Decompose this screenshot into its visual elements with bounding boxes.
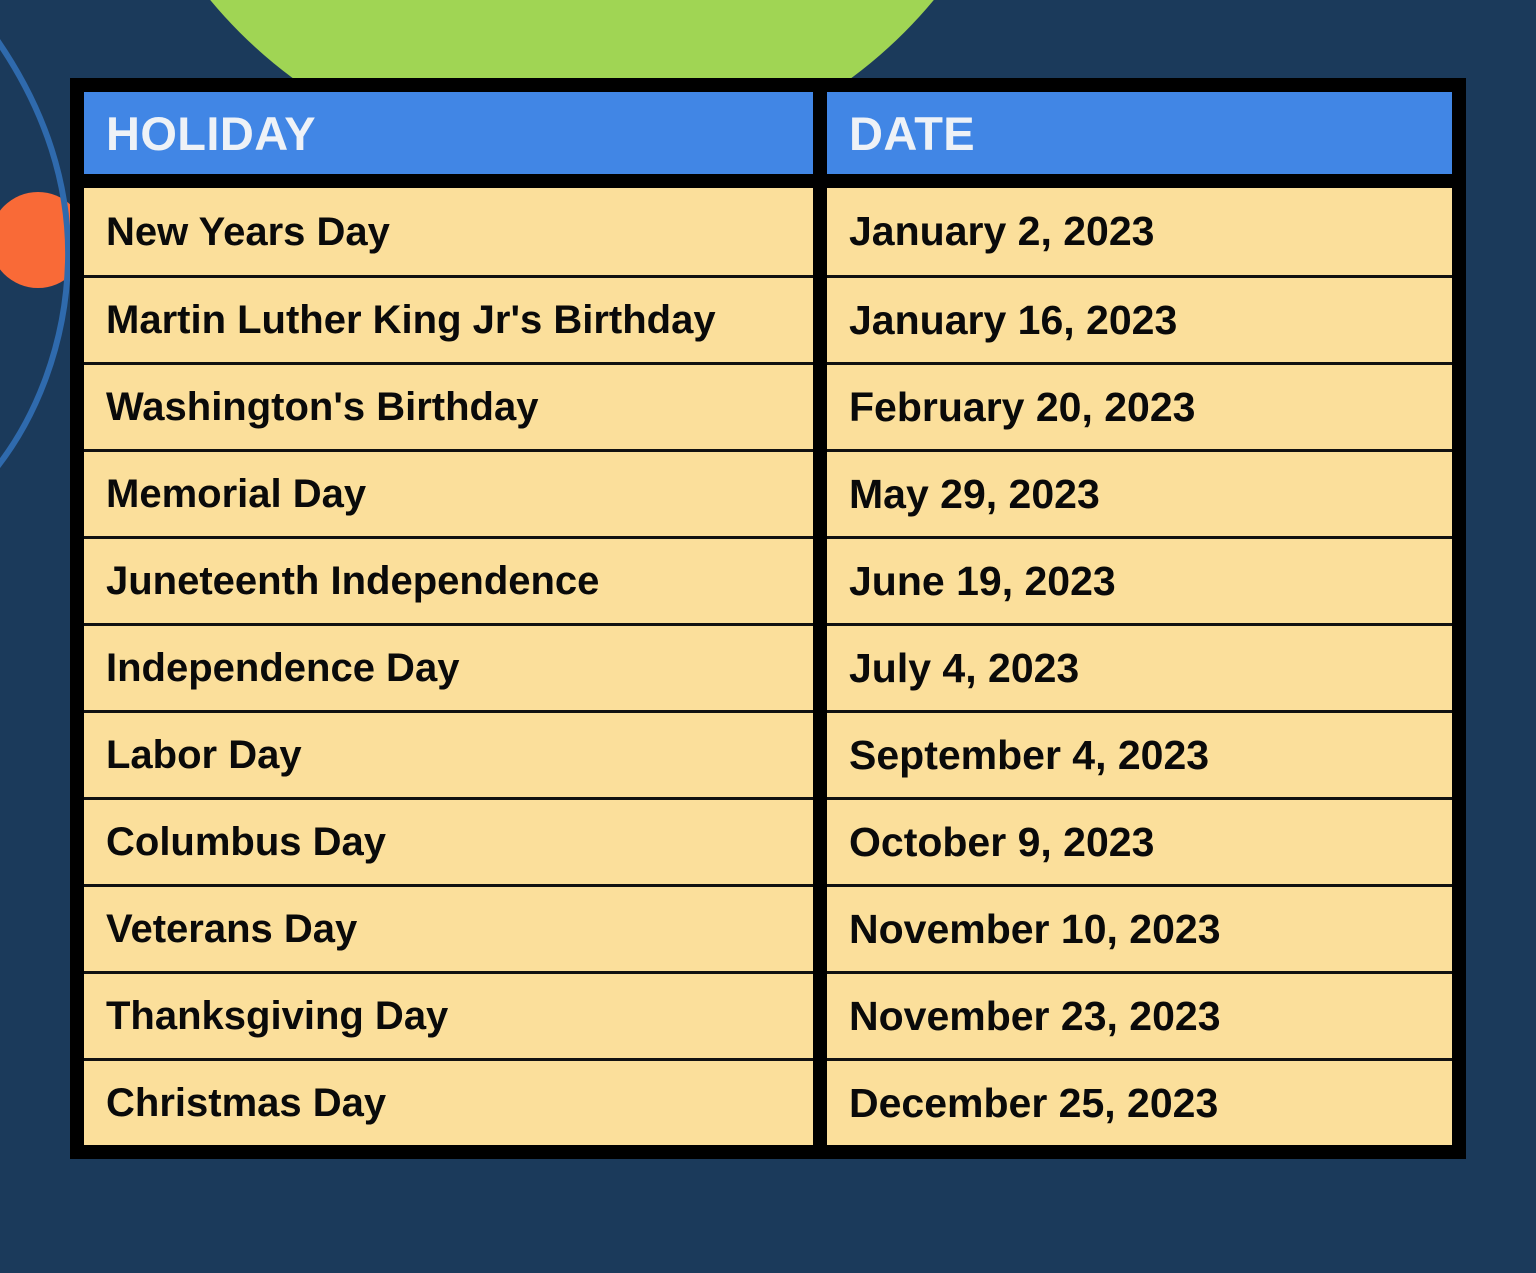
date-column: DATE January 2, 2023 January 16, 2023 Fe… — [820, 78, 1466, 1159]
holiday-date: October 9, 2023 — [849, 818, 1155, 865]
holiday-name: Independence Day — [106, 646, 460, 690]
holiday-name: Washington's Birthday — [106, 385, 539, 429]
table-row: Memorial Day — [84, 449, 813, 536]
table-row: Veterans Day — [84, 884, 813, 971]
holiday-name: New Years Day — [106, 209, 390, 254]
holiday-date: June 19, 2023 — [849, 557, 1116, 604]
header-divider — [84, 174, 813, 188]
holiday-name: Veterans Day — [106, 907, 358, 951]
table-row: December 25, 2023 — [827, 1058, 1452, 1145]
holiday-date: January 2, 2023 — [849, 208, 1155, 254]
table-row: May 29, 2023 — [827, 449, 1452, 536]
table-row: July 4, 2023 — [827, 623, 1452, 710]
holiday-date: May 29, 2023 — [849, 470, 1100, 517]
table-row: November 23, 2023 — [827, 971, 1452, 1058]
holiday-date: July 4, 2023 — [849, 644, 1080, 691]
column-header-date-label: DATE — [849, 106, 976, 160]
holiday-date: January 16, 2023 — [849, 296, 1178, 343]
holiday-date: September 4, 2023 — [849, 731, 1210, 778]
holiday-column: HOLIDAY New Years Day Martin Luther King… — [70, 78, 820, 1159]
table-row: January 2, 2023 — [827, 188, 1452, 275]
table-row: New Years Day — [84, 188, 813, 275]
holiday-date: February 20, 2023 — [849, 383, 1196, 430]
table-row: Juneteenth Independence — [84, 536, 813, 623]
table-row: Martin Luther King Jr's Birthday — [84, 275, 813, 362]
table-row: June 19, 2023 — [827, 536, 1452, 623]
table-row: November 10, 2023 — [827, 884, 1452, 971]
holiday-date: December 25, 2023 — [849, 1079, 1219, 1126]
table-row: Christmas Day — [84, 1058, 813, 1145]
table-row: Independence Day — [84, 623, 813, 710]
table-row: Thanksgiving Day — [84, 971, 813, 1058]
table-row: Labor Day — [84, 710, 813, 797]
table-row: September 4, 2023 — [827, 710, 1452, 797]
holiday-name: Christmas Day — [106, 1081, 387, 1125]
date-cells: January 2, 2023 January 16, 2023 Februar… — [827, 188, 1452, 1145]
holiday-name: Martin Luther King Jr's Birthday — [106, 298, 716, 342]
holiday-table: HOLIDAY New Years Day Martin Luther King… — [70, 78, 1466, 1159]
holiday-name: Juneteenth Independence — [106, 559, 600, 603]
holiday-cells: New Years Day Martin Luther King Jr's Bi… — [84, 188, 813, 1145]
holiday-name: Labor Day — [106, 733, 302, 777]
column-header-holiday: HOLIDAY — [84, 92, 813, 174]
holiday-name: Columbus Day — [106, 820, 387, 864]
table-row: February 20, 2023 — [827, 362, 1452, 449]
holiday-date: November 10, 2023 — [849, 905, 1221, 952]
header-divider — [827, 174, 1452, 188]
table-row: October 9, 2023 — [827, 797, 1452, 884]
holiday-date: November 23, 2023 — [849, 992, 1221, 1039]
holiday-name: Thanksgiving Day — [106, 994, 449, 1038]
holiday-name: Memorial Day — [106, 472, 367, 516]
table-row: January 16, 2023 — [827, 275, 1452, 362]
table-row: Washington's Birthday — [84, 362, 813, 449]
column-header-date: DATE — [827, 92, 1452, 174]
column-header-holiday-label: HOLIDAY — [106, 106, 316, 160]
table-row: Columbus Day — [84, 797, 813, 884]
